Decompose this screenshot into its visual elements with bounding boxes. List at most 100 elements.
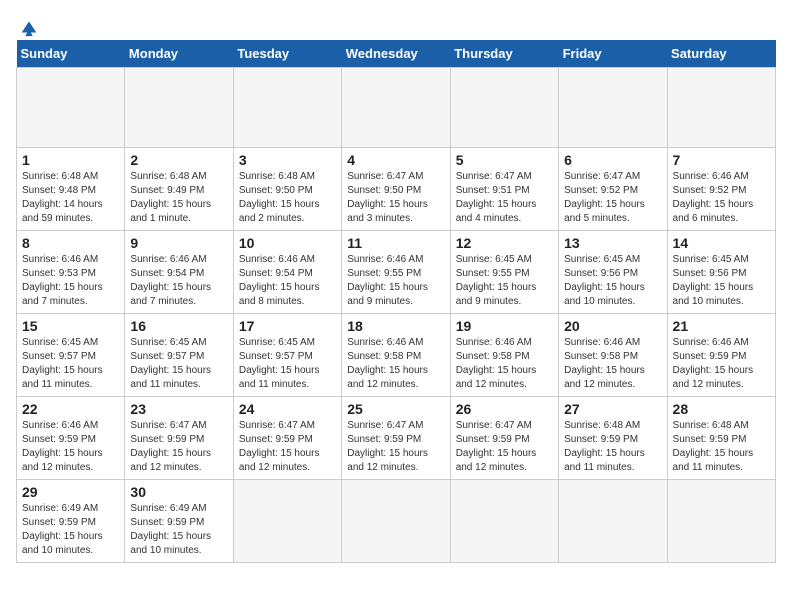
day-info: Sunrise: 6:47 AMSunset: 9:59 PMDaylight:… [130, 419, 227, 475]
day-cell: 7 Sunrise: 6:46 AMSunset: 9:52 PMDaylight… [667, 148, 775, 231]
day-cell [125, 68, 233, 148]
day-cell: 10 Sunrise: 6:46 AMSunset: 9:54 PMDayligh… [233, 231, 341, 314]
day-info: Sunrise: 6:46 AMSunset: 9:54 PMDaylight:… [239, 253, 336, 309]
day-cell [233, 480, 341, 563]
day-cell [342, 68, 450, 148]
day-info: Sunrise: 6:46 AMSunset: 9:54 PMDaylight:… [130, 253, 227, 309]
day-cell: 4 Sunrise: 6:47 AMSunset: 9:50 PMDaylight… [342, 148, 450, 231]
day-cell: 1 Sunrise: 6:48 AMSunset: 9:48 PMDaylight… [17, 148, 125, 231]
day-info: Sunrise: 6:46 AMSunset: 9:58 PMDaylight:… [564, 336, 661, 392]
day-number: 6 [564, 152, 661, 168]
day-number: 24 [239, 401, 336, 417]
day-number: 15 [22, 318, 119, 334]
day-info: Sunrise: 6:46 AMSunset: 9:52 PMDaylight:… [673, 170, 770, 226]
day-info: Sunrise: 6:45 AMSunset: 9:57 PMDaylight:… [239, 336, 336, 392]
day-cell [559, 68, 667, 148]
day-cell: 25 Sunrise: 6:47 AMSunset: 9:59 PMDayligh… [342, 397, 450, 480]
day-info: Sunrise: 6:46 AMSunset: 9:59 PMDaylight:… [22, 419, 119, 475]
day-info: Sunrise: 6:46 AMSunset: 9:55 PMDaylight:… [347, 253, 444, 309]
header-row: SundayMondayTuesdayWednesdayThursdayFrid… [17, 40, 776, 68]
header-sunday: Sunday [17, 40, 125, 68]
day-cell: 6 Sunrise: 6:47 AMSunset: 9:52 PMDaylight… [559, 148, 667, 231]
day-cell: 15 Sunrise: 6:45 AMSunset: 9:57 PMDayligh… [17, 314, 125, 397]
day-cell: 14Sunrise: 6:45 AMSunset: 9:56 PMDayligh… [667, 231, 775, 314]
day-cell [667, 68, 775, 148]
day-cell: 22 Sunrise: 6:46 AMSunset: 9:59 PMDayligh… [17, 397, 125, 480]
day-number: 1 [22, 152, 119, 168]
day-cell: 18 Sunrise: 6:46 AMSunset: 9:58 PMDayligh… [342, 314, 450, 397]
day-info: Sunrise: 6:47 AMSunset: 9:51 PMDaylight:… [456, 170, 553, 226]
day-info: Sunrise: 6:46 AMSunset: 9:58 PMDaylight:… [347, 336, 444, 392]
day-info: Sunrise: 6:47 AMSunset: 9:52 PMDaylight:… [564, 170, 661, 226]
day-cell [559, 480, 667, 563]
day-number: 27 [564, 401, 661, 417]
header-thursday: Thursday [450, 40, 558, 68]
day-cell: 2 Sunrise: 6:48 AMSunset: 9:49 PMDaylight… [125, 148, 233, 231]
day-cell: 5Sunrise: 6:47 AMSunset: 9:51 PMDaylight… [450, 148, 558, 231]
day-cell: 12 Sunrise: 6:45 AMSunset: 9:55 PMDayligh… [450, 231, 558, 314]
day-info: Sunrise: 6:46 AMSunset: 9:59 PMDaylight:… [673, 336, 770, 392]
day-number: 10 [239, 235, 336, 251]
day-number: 12 [456, 235, 553, 251]
day-cell: 16 Sunrise: 6:45 AMSunset: 9:57 PMDayligh… [125, 314, 233, 397]
day-info: Sunrise: 6:45 AMSunset: 9:55 PMDaylight:… [456, 253, 553, 309]
day-number: 17 [239, 318, 336, 334]
week-row-2: 8 Sunrise: 6:46 AMSunset: 9:53 PMDaylight… [17, 231, 776, 314]
day-info: Sunrise: 6:48 AMSunset: 9:50 PMDaylight:… [239, 170, 336, 226]
header-tuesday: Tuesday [233, 40, 341, 68]
day-number: 13 [564, 235, 661, 251]
week-row-0 [17, 68, 776, 148]
day-cell [450, 68, 558, 148]
day-info: Sunrise: 6:48 AMSunset: 9:49 PMDaylight:… [130, 170, 227, 226]
day-number: 7 [673, 152, 770, 168]
day-info: Sunrise: 6:46 AMSunset: 9:53 PMDaylight:… [22, 253, 119, 309]
day-cell: 24Sunrise: 6:47 AMSunset: 9:59 PMDayligh… [233, 397, 341, 480]
header-saturday: Saturday [667, 40, 775, 68]
day-cell: 17 Sunrise: 6:45 AMSunset: 9:57 PMDayligh… [233, 314, 341, 397]
day-info: Sunrise: 6:47 AMSunset: 9:50 PMDaylight:… [347, 170, 444, 226]
week-row-3: 15 Sunrise: 6:45 AMSunset: 9:57 PMDayligh… [17, 314, 776, 397]
day-cell: 27Sunrise: 6:48 AMSunset: 9:59 PMDayligh… [559, 397, 667, 480]
page-header [16, 16, 776, 32]
header-friday: Friday [559, 40, 667, 68]
header-monday: Monday [125, 40, 233, 68]
day-info: Sunrise: 6:48 AMSunset: 9:48 PMDaylight:… [22, 170, 119, 226]
day-info: Sunrise: 6:49 AMSunset: 9:59 PMDaylight:… [130, 502, 227, 558]
day-cell [342, 480, 450, 563]
day-cell: 30 Sunrise: 6:49 AMSunset: 9:59 PMDayligh… [125, 480, 233, 563]
day-info: Sunrise: 6:45 AMSunset: 9:57 PMDaylight:… [130, 336, 227, 392]
calendar-table: SundayMondayTuesdayWednesdayThursdayFrid… [16, 40, 776, 563]
day-info: Sunrise: 6:47 AMSunset: 9:59 PMDaylight:… [456, 419, 553, 475]
logo-icon [18, 16, 40, 38]
day-number: 20 [564, 318, 661, 334]
day-info: Sunrise: 6:48 AMSunset: 9:59 PMDaylight:… [673, 419, 770, 475]
day-cell: 8 Sunrise: 6:46 AMSunset: 9:53 PMDaylight… [17, 231, 125, 314]
day-number: 30 [130, 484, 227, 500]
day-number: 21 [673, 318, 770, 334]
day-cell: 19Sunrise: 6:46 AMSunset: 9:58 PMDayligh… [450, 314, 558, 397]
day-info: Sunrise: 6:49 AMSunset: 9:59 PMDaylight:… [22, 502, 119, 558]
logo [16, 16, 40, 32]
day-info: Sunrise: 6:45 AMSunset: 9:57 PMDaylight:… [22, 336, 119, 392]
day-number: 14 [673, 235, 770, 251]
day-info: Sunrise: 6:45 AMSunset: 9:56 PMDaylight:… [564, 253, 661, 309]
week-row-4: 22 Sunrise: 6:46 AMSunset: 9:59 PMDayligh… [17, 397, 776, 480]
day-number: 9 [130, 235, 227, 251]
day-cell: 23 Sunrise: 6:47 AMSunset: 9:59 PMDayligh… [125, 397, 233, 480]
day-cell [233, 68, 341, 148]
day-cell [667, 480, 775, 563]
day-number: 18 [347, 318, 444, 334]
day-number: 8 [22, 235, 119, 251]
header-wednesday: Wednesday [342, 40, 450, 68]
day-number: 16 [130, 318, 227, 334]
day-number: 23 [130, 401, 227, 417]
day-info: Sunrise: 6:47 AMSunset: 9:59 PMDaylight:… [347, 419, 444, 475]
day-number: 25 [347, 401, 444, 417]
day-cell: 3Sunrise: 6:48 AMSunset: 9:50 PMDaylight… [233, 148, 341, 231]
day-number: 4 [347, 152, 444, 168]
day-number: 22 [22, 401, 119, 417]
day-cell: 20 Sunrise: 6:46 AMSunset: 9:58 PMDayligh… [559, 314, 667, 397]
day-number: 26 [456, 401, 553, 417]
day-number: 2 [130, 152, 227, 168]
day-cell [17, 68, 125, 148]
